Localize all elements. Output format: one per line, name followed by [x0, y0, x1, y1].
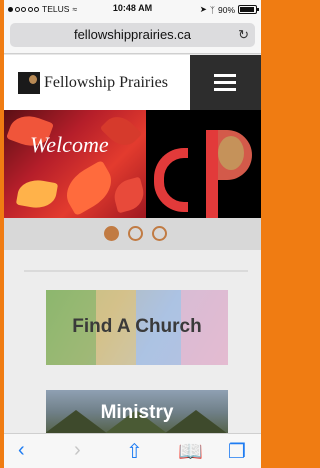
leaf-shape [110, 176, 148, 214]
menu-line [214, 81, 236, 84]
share-icon[interactable]: ⇧ [126, 439, 143, 464]
hero-slider[interactable]: Welcome [4, 110, 261, 218]
logo-letter-a [154, 148, 188, 212]
reload-icon[interactable]: ↻ [238, 27, 249, 43]
site-title[interactable]: Fellowship Prairies [44, 74, 168, 92]
logo-letter-p-stem [206, 130, 218, 218]
bluetooth-icon: ᛉ [209, 4, 215, 15]
bookmarks-icon[interactable]: 📖 [178, 439, 203, 464]
find-a-church-card[interactable]: Find A Church [46, 290, 228, 365]
tabs-icon[interactable]: ❐ [228, 439, 246, 464]
battery-percent: 90% [217, 4, 235, 15]
site-header: Fellowship Prairies [4, 55, 261, 110]
menu-line [214, 74, 236, 77]
find-a-church-label[interactable]: Find A Church [46, 316, 228, 338]
status-right: ➤ ᛉ 90% [199, 4, 259, 15]
back-icon[interactable]: ‹ [18, 439, 25, 462]
hero-logo-image [146, 110, 261, 218]
status-bar: TELUS ≈ 10:48 AM ➤ ᛉ 90% [4, 0, 261, 18]
hero-welcome-text: Welcome [30, 132, 109, 157]
location-icon: ➤ [199, 4, 207, 14]
logo-icon[interactable] [18, 72, 40, 94]
leaf-shape [58, 159, 120, 217]
carousel-dot-2[interactable] [128, 226, 143, 241]
ministry-label[interactable]: Ministry [46, 402, 228, 424]
browser-toolbar: ‹ › ⇧ 📖 ❐ [4, 433, 261, 468]
url-text[interactable]: fellowshipprairies.ca [10, 27, 255, 42]
section-divider [24, 270, 248, 272]
page-content: Find A Church Ministry [4, 250, 261, 440]
address-bar[interactable]: fellowshipprairies.ca ↻ [10, 23, 255, 47]
hamburger-menu-button[interactable] [190, 55, 261, 110]
logo-dot [218, 136, 244, 170]
carousel-dot-3[interactable] [152, 226, 167, 241]
carousel-dot-1[interactable] [104, 226, 119, 241]
carousel-indicators [4, 218, 261, 250]
battery-icon [238, 5, 259, 14]
menu-line [214, 88, 236, 91]
leaf-shape [15, 176, 59, 212]
forward-icon[interactable]: › [74, 439, 81, 462]
browser-chrome: fellowshipprairies.ca ↻ [4, 18, 261, 54]
phone-screen: TELUS ≈ 10:48 AM ➤ ᛉ 90% fellowshipprair… [4, 0, 261, 468]
